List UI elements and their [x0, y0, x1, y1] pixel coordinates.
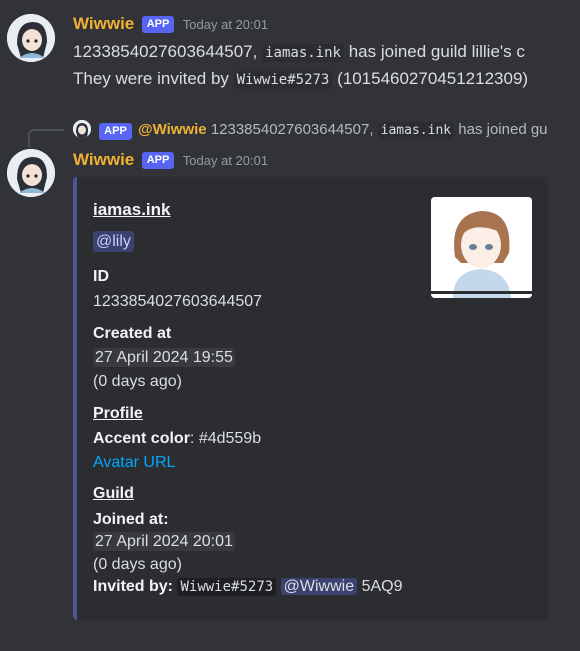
app-badge: APP	[141, 152, 175, 169]
avatar[interactable]	[7, 149, 55, 197]
role-mention[interactable]: @lily	[93, 231, 134, 252]
reply-avatar	[73, 120, 91, 138]
timestamp: Today at 20:01	[182, 153, 269, 168]
message-line-2: They were invited by Wiwwie#5273 (101546…	[73, 66, 528, 93]
invited-by-text: They were invited by	[73, 69, 229, 88]
profile-heading: Profile	[93, 405, 143, 422]
avatar-url-link[interactable]: Avatar URL	[93, 454, 175, 472]
created-label: Created at	[93, 325, 172, 342]
user-id-text: 1233854027603644507,	[73, 42, 258, 61]
username-code: iamas.ink	[262, 44, 344, 62]
inviter-id-text: (1015460270451212309)	[337, 69, 529, 88]
inviter-code: Wiwwie#5273	[177, 578, 277, 596]
invited-label: Invited by:	[93, 578, 174, 595]
id-value: 1233854027603644507	[93, 293, 263, 310]
inviter-code: Wiwwie#5273	[233, 71, 333, 89]
id-label: ID	[93, 268, 109, 285]
timestamp: Today at 20:01	[182, 17, 269, 32]
reply-code: iamas.ink	[377, 122, 455, 139]
app-badge: APP	[141, 16, 175, 33]
guild-heading: Guild	[93, 485, 134, 502]
joined-date: 27 April 2024 20:01	[93, 532, 235, 551]
embed-card: iamas.ink @lily ID 1233854027603644507 C…	[73, 177, 548, 620]
embed-thumbnail[interactable]	[431, 197, 532, 298]
reply-connector	[28, 129, 64, 147]
username[interactable]: Wiwwie	[73, 150, 134, 169]
avatar[interactable]	[7, 14, 55, 62]
reply-app-badge: APP	[99, 123, 132, 140]
reply-id-text: 1233854027603644507,	[210, 121, 374, 138]
joined-label: Joined at:	[93, 511, 169, 528]
accent-value: : #4d559b	[189, 430, 262, 447]
username[interactable]: Wiwwie	[73, 14, 134, 33]
reply-preview[interactable]: APP @Wiwwie 1233854027603644507, iamas.i…	[73, 120, 548, 141]
joined-ago: (0 days ago)	[93, 556, 182, 573]
embed-title[interactable]: iamas.ink	[93, 200, 171, 219]
accent-label: Accent color	[93, 430, 190, 447]
message-line-1: 1233854027603644507, iamas.ink has joine…	[73, 39, 525, 66]
created-date: 27 April 2024 19:55	[93, 348, 235, 367]
reply-rest-text: has joined gu	[458, 121, 548, 138]
reply-mention[interactable]: @Wiwwie	[138, 121, 207, 138]
inviter-mention[interactable]: @Wiwwie	[280, 578, 358, 595]
invite-code: 5AQ9	[361, 578, 403, 595]
created-ago: (0 days ago)	[93, 373, 182, 390]
join-text: has joined guild lillie's c	[348, 42, 525, 61]
